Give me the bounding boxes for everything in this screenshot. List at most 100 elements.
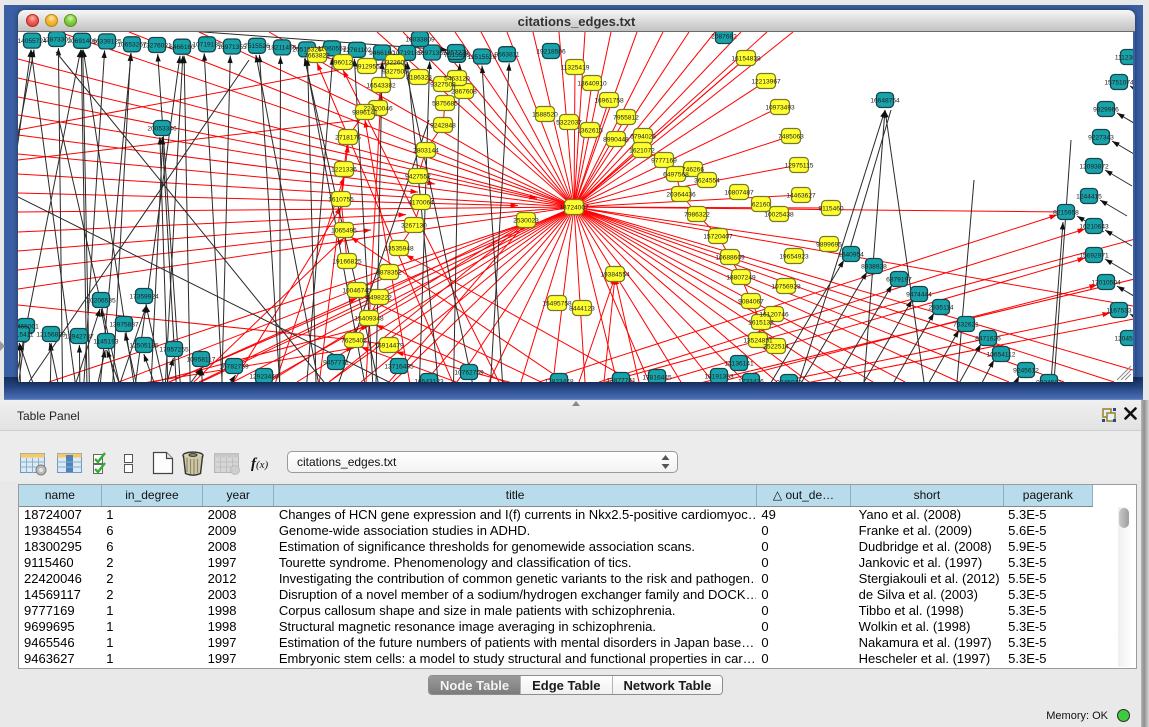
- svg-text:17359924: 17359924: [129, 293, 159, 300]
- svg-text:19654923: 19654923: [779, 253, 809, 260]
- svg-text:20364436: 20364436: [666, 191, 696, 198]
- svg-text:15692971: 15692971: [1079, 252, 1109, 259]
- svg-text:20053346: 20053346: [147, 125, 177, 132]
- svg-text:9466160: 9466160: [369, 50, 395, 57]
- svg-text:62160: 62160: [752, 201, 771, 208]
- svg-text:(x): (x): [256, 459, 269, 471]
- svg-text:9115460: 9115460: [818, 205, 844, 212]
- svg-text:5322605: 5322605: [382, 59, 408, 66]
- svg-text:2803144: 2803144: [413, 147, 439, 154]
- svg-text:9896141: 9896141: [352, 109, 378, 116]
- svg-text:12923448: 12923448: [249, 373, 279, 380]
- svg-text:4170064: 4170064: [408, 199, 434, 206]
- svg-text:12213967: 12213967: [751, 78, 781, 85]
- svg-text:1244415: 1244415: [1076, 193, 1102, 200]
- svg-text:10025438: 10025438: [764, 211, 794, 218]
- svg-text:10958117: 10958117: [187, 356, 216, 363]
- svg-text:9663811: 9663811: [494, 52, 520, 59]
- svg-text:3624554: 3624554: [694, 177, 720, 184]
- svg-text:13975887: 13975887: [109, 321, 139, 328]
- svg-text:8444123: 8444123: [569, 305, 595, 312]
- svg-text:17957255: 17957255: [159, 346, 189, 353]
- svg-text:5875685: 5875685: [432, 100, 458, 107]
- svg-text:16971355: 16971355: [217, 44, 247, 51]
- svg-text:9324501: 9324501: [1036, 379, 1062, 382]
- svg-text:2935114: 2935114: [928, 304, 954, 311]
- svg-text:8215958: 8215958: [1053, 209, 1079, 216]
- svg-text:5322037: 5322037: [556, 119, 582, 126]
- svg-text:7625402: 7625402: [341, 337, 367, 344]
- svg-text:2867608: 2867608: [451, 88, 477, 95]
- svg-text:16914479: 16914479: [374, 342, 404, 349]
- svg-text:1733426: 1733426: [738, 378, 764, 382]
- svg-text:6379197: 6379197: [886, 276, 912, 283]
- svg-text:19384554: 19384554: [600, 271, 630, 278]
- svg-text:12156829: 12156829: [36, 331, 66, 338]
- svg-text:1167533: 1167533: [1106, 307, 1132, 314]
- svg-text:2718176: 2718176: [335, 134, 361, 141]
- svg-text:15409348: 15409348: [354, 315, 384, 322]
- svg-text:9327505: 9327505: [382, 68, 408, 75]
- svg-text:13535948: 13535948: [384, 245, 414, 252]
- svg-text:17010504: 17010504: [1091, 279, 1121, 286]
- svg-text:6794028: 6794028: [630, 133, 656, 140]
- svg-text:9245012: 9245012: [776, 379, 802, 382]
- svg-text:12761102: 12761102: [343, 47, 372, 54]
- svg-text:1640954: 1640954: [838, 251, 864, 258]
- svg-text:9777169: 9777169: [651, 157, 677, 164]
- svg-text:13276021: 13276021: [142, 42, 172, 49]
- svg-text:8186323: 8186323: [406, 74, 432, 81]
- svg-text:9227343: 9227343: [1088, 134, 1114, 141]
- svg-text:746266: 746266: [682, 166, 704, 173]
- svg-text:7663822: 7663822: [304, 52, 330, 59]
- svg-text:5498222: 5498222: [366, 294, 392, 301]
- svg-text:10756928: 10756928: [771, 283, 801, 290]
- svg-text:7955812: 7955812: [613, 114, 639, 121]
- svg-text:9899695: 9899695: [816, 241, 842, 248]
- svg-text:8471626: 8471626: [975, 335, 1001, 342]
- svg-text:7485063: 7485063: [778, 133, 804, 140]
- svg-text:17816445: 17816445: [642, 374, 672, 381]
- svg-text:16961758: 16961758: [594, 97, 624, 104]
- svg-text:12093872: 12093872: [1079, 163, 1109, 170]
- svg-text:1621072: 1621072: [629, 147, 655, 154]
- svg-text:13716485: 13716485: [384, 363, 414, 370]
- svg-text:2522514: 2522514: [763, 343, 789, 350]
- svg-text:20206535: 20206535: [86, 297, 116, 304]
- svg-text:9329966: 9329966: [1093, 106, 1119, 113]
- svg-text:13640910: 13640910: [577, 80, 607, 87]
- svg-text:2530023: 2530023: [513, 217, 539, 224]
- svg-text:19218506: 19218506: [536, 48, 566, 55]
- svg-text:16543123: 16543123: [414, 378, 444, 382]
- svg-text:10973493: 10973493: [765, 104, 795, 111]
- svg-text:8960124: 8960124: [330, 59, 356, 66]
- svg-text:12045012: 12045012: [1114, 335, 1133, 342]
- svg-text:8990448: 8990448: [603, 136, 629, 143]
- svg-text:9427552: 9427552: [405, 173, 431, 180]
- svg-text:10762759: 10762759: [454, 369, 484, 376]
- svg-text:16120746: 16120746: [759, 311, 789, 318]
- svg-text:11123845: 11123845: [1115, 54, 1133, 61]
- svg-text:10654112: 10654112: [987, 351, 1016, 358]
- svg-text:18724007: 18724007: [559, 204, 589, 211]
- svg-text:11325419: 11325419: [561, 64, 590, 71]
- svg-text:15751074: 15751074: [1104, 79, 1133, 86]
- svg-text:12975115: 12975115: [785, 162, 814, 169]
- svg-text:9457771: 9457771: [323, 359, 349, 366]
- svg-text:9084067: 9084067: [738, 298, 764, 305]
- svg-text:16648754: 16648754: [870, 97, 900, 104]
- svg-text:10807487: 10807487: [724, 189, 754, 196]
- svg-text:12505135: 12505135: [129, 342, 159, 349]
- svg-text:16782759: 16782759: [219, 363, 249, 370]
- svg-text:11515526: 11515526: [468, 54, 497, 61]
- svg-text:18807249: 18807249: [726, 274, 756, 281]
- svg-text:12823448: 12823448: [544, 378, 574, 382]
- svg-text:8465001: 8465001: [18, 323, 39, 330]
- svg-text:6466160: 6466160: [169, 44, 195, 51]
- svg-text:1615132: 1615132: [748, 319, 774, 326]
- svg-text:19166825: 19166825: [332, 258, 362, 265]
- svg-text:8938928: 8938928: [861, 263, 887, 270]
- svg-text:16154838: 16154838: [731, 55, 761, 62]
- svg-text:15720407: 15720407: [703, 233, 733, 240]
- svg-text:2087682: 2087682: [711, 33, 737, 40]
